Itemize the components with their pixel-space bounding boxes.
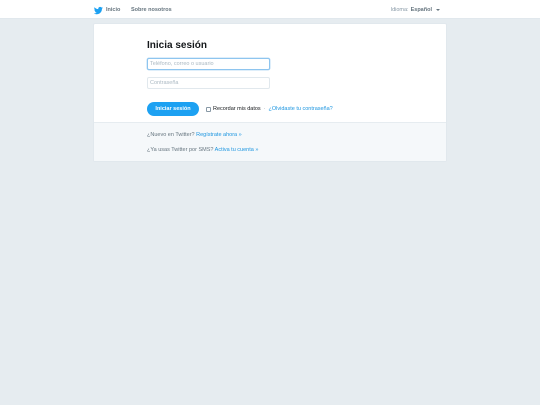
sms-prefix: ¿Ya usas Twitter por SMS? xyxy=(147,147,214,153)
language-prefix: Idioma: xyxy=(390,7,409,13)
sms-line: ¿Ya usas Twitter por SMS? Activa tu cuen… xyxy=(147,147,258,153)
forgot-password-link[interactable]: ¿Olvidaste tu contraseña? xyxy=(269,106,333,112)
password-input[interactable] xyxy=(147,77,270,89)
remember-me-row: Recordar mis datos · ¿Olvidaste tu contr… xyxy=(206,105,333,113)
separator-dot: · xyxy=(263,106,266,112)
twitter-bird-icon xyxy=(94,6,103,14)
language-dropdown[interactable]: Español xyxy=(411,7,432,13)
sms-activate-link[interactable]: Activa tu cuenta » xyxy=(215,147,259,153)
caret-down-icon[interactable] xyxy=(436,9,440,11)
login-footer: ¿Nuevo en Twitter? Regístrate ahora » ¿Y… xyxy=(94,122,446,161)
signup-link[interactable]: Regístrate ahora » xyxy=(196,132,242,138)
nav-about-link[interactable]: Sobre nosotros xyxy=(131,4,172,16)
login-button[interactable]: Iniciar sesión xyxy=(147,102,199,116)
signup-prefix: ¿Nuevo en Twitter? xyxy=(147,132,195,138)
page-title: Inicia sesión xyxy=(147,40,208,51)
username-input[interactable] xyxy=(147,58,270,70)
nav-about-label: Sobre nosotros xyxy=(131,7,172,13)
login-card: Inicia sesión Iniciar sesión Recordar mi… xyxy=(93,23,447,162)
signup-line: ¿Nuevo en Twitter? Regístrate ahora » xyxy=(147,132,242,138)
language-selector: Idioma: Español xyxy=(391,4,440,16)
nav-home-link[interactable]: Inicio xyxy=(94,4,120,16)
top-navigation-bar: Inicio Sobre nosotros Idioma: Español xyxy=(0,0,540,19)
remember-me-checkbox[interactable] xyxy=(206,106,211,112)
nav-home-label: Inicio xyxy=(106,7,121,13)
remember-me-label[interactable]: Recordar mis datos xyxy=(213,106,261,112)
